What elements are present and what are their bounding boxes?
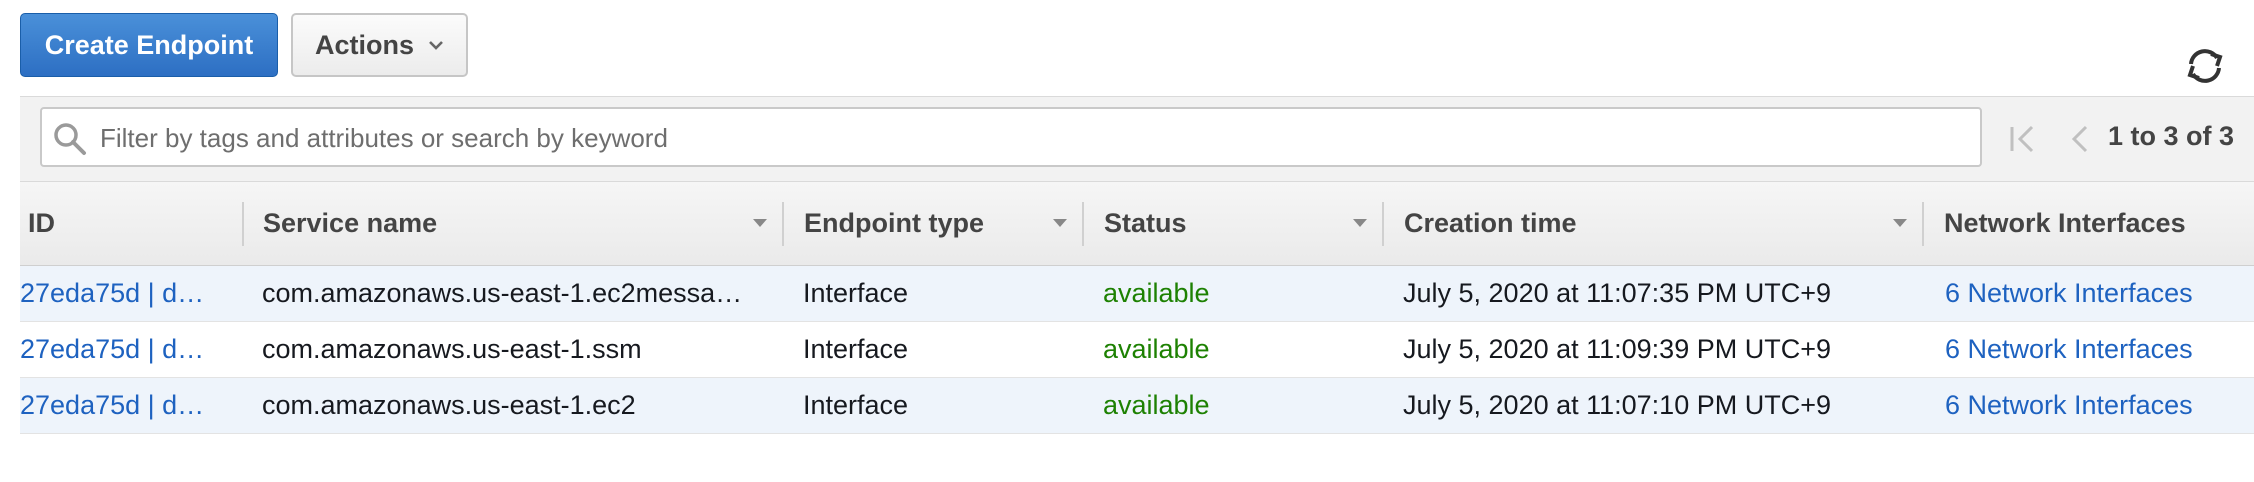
column-divider [1382,202,1384,246]
column-header-id[interactable]: ID [28,182,55,265]
creation-time-cell: July 5, 2020 at 11:07:35 PM UTC+9 [1403,278,1831,308]
column-header-endpoint-type[interactable]: Endpoint type [804,182,984,265]
sort-caret-icon[interactable] [1053,219,1067,227]
sort-caret-icon[interactable] [1893,219,1907,227]
filter-bar: 1 to 3 of 3 [20,96,2254,182]
endpoint-type-cell: Interface [803,278,909,308]
column-divider [242,202,244,246]
network-interfaces-link[interactable]: 6 Network Interfaces [1945,322,2245,377]
column-header-status[interactable]: Status [1104,182,1187,265]
create-endpoint-button[interactable]: Create Endpoint [20,13,278,77]
column-header-creation-time[interactable]: Creation time [1404,182,1577,265]
service-name-cell: com.amazonaws.us-east-1.ec2messa… [262,278,743,308]
network-interfaces-link[interactable]: 6 Network Interfaces [1945,378,2245,433]
creation-time-cell: July 5, 2020 at 11:07:10 PM UTC+9 [1403,390,1831,420]
toolbar: Create Endpoint Actions [0,0,2254,96]
service-name-cell: com.amazonaws.us-east-1.ssm [262,334,642,364]
endpoint-id-link[interactable]: 27eda75d | d… [20,322,230,377]
status-cell: available [1103,334,1210,364]
pagination-text: 1 to 3 of 3 [2108,121,2235,151]
table-row[interactable]: 27eda75d | d… com.amazonaws.us-east-1.ss… [20,322,2254,378]
table-header: ID Service name Endpoint type Status Cre… [20,182,2254,266]
column-header-service-name[interactable]: Service name [263,182,437,265]
chevron-down-icon [429,41,443,50]
column-divider [1082,202,1084,246]
status-cell: available [1103,390,1210,420]
search-box[interactable] [40,107,1982,167]
search-input[interactable] [98,109,1962,167]
actions-label: Actions [314,29,414,60]
search-icon [54,123,86,155]
refresh-icon[interactable] [2183,44,2227,88]
sort-caret-icon[interactable] [753,219,767,227]
table-row[interactable]: 27eda75d | d… com.amazonaws.us-east-1.ec… [20,266,2254,322]
previous-page-icon[interactable] [2068,122,2092,156]
endpoint-id-link[interactable]: 27eda75d | d… [20,378,230,433]
network-interfaces-link[interactable]: 6 Network Interfaces [1945,266,2245,321]
create-endpoint-label: Create Endpoint [44,29,254,60]
endpoint-type-cell: Interface [803,334,909,364]
column-divider [782,202,784,246]
first-page-icon[interactable] [2008,122,2038,156]
table-row[interactable]: 27eda75d | d… com.amazonaws.us-east-1.ec… [20,378,2254,434]
column-header-network-interfaces[interactable]: Network Interfaces [1944,182,2186,265]
actions-dropdown-button[interactable]: Actions [291,13,468,77]
endpoint-type-cell: Interface [803,390,909,420]
service-name-cell: com.amazonaws.us-east-1.ec2 [262,390,636,420]
endpoint-id-link[interactable]: 27eda75d | d… [20,266,230,321]
creation-time-cell: July 5, 2020 at 11:09:39 PM UTC+9 [1403,334,1831,364]
sort-caret-icon[interactable] [1353,219,1367,227]
status-cell: available [1103,278,1210,308]
column-divider [1922,202,1924,246]
